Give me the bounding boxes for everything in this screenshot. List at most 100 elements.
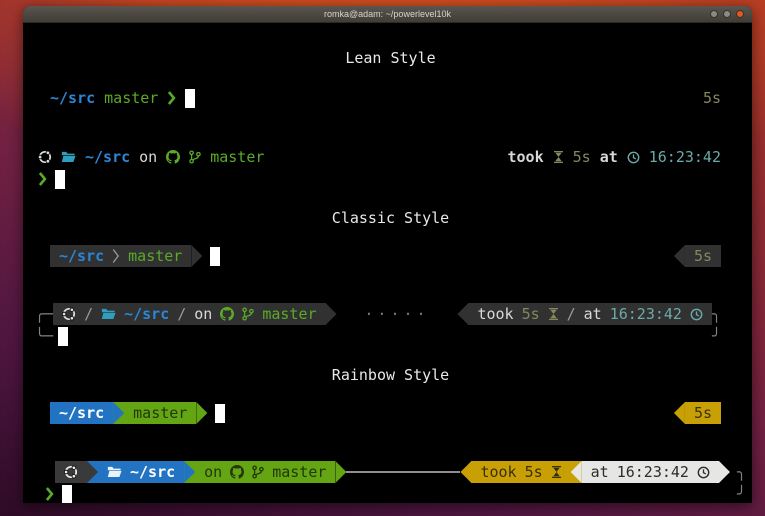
separator-slash: / (177, 305, 186, 323)
rainbow2-git-segment: on master (195, 461, 335, 483)
hourglass-icon (548, 307, 559, 321)
frame-corner-bottom-right: ╯ (712, 327, 721, 345)
branch-label: master (262, 305, 316, 323)
frame-corner-bottom-left: ╰─ (35, 327, 53, 345)
time-label: 16:23:42 (617, 463, 689, 481)
folder-icon (101, 308, 116, 320)
minimize-button[interactable] (710, 10, 718, 18)
rainbow2-duration-segment: took 5s (471, 461, 570, 483)
lean-oneline-prompt: ~/src master 5s (50, 87, 746, 109)
hourglass-icon (553, 150, 564, 164)
section-title-classic: Classic Style (35, 207, 746, 229)
dir-label: ~/src (50, 89, 95, 107)
section-title-lean-text: Lean Style (345, 49, 435, 67)
section-title-classic-text: Classic Style (332, 209, 449, 227)
separator-slash: / (84, 305, 93, 323)
duration-label: 5s (522, 305, 540, 323)
branch-label: master (128, 247, 182, 265)
powerline-arrow-icon (719, 461, 730, 483)
classic2-left-segment: / ~/src / on master (53, 303, 325, 325)
rainbow2-time-segment: at 16:23:42 (582, 461, 719, 483)
at-label: at (584, 305, 602, 323)
duration-label: 5s (694, 247, 712, 265)
rainbow2-os-segment (55, 461, 87, 483)
time-label: 16:23:42 (610, 305, 682, 323)
folder-icon (107, 466, 122, 478)
branch-label: master (210, 148, 264, 166)
powerline-arrow-icon (113, 402, 124, 424)
prompt-chevron-icon (167, 90, 176, 106)
at-label: at (600, 148, 618, 166)
rainbow-twoline-prompt-bottom: ╯ (45, 483, 746, 503)
git-branch-icon (242, 307, 254, 321)
maximize-button[interactable] (723, 10, 731, 18)
gap-filler: ····· (337, 305, 458, 323)
ubuntu-icon (62, 307, 76, 321)
on-label: on (204, 463, 222, 481)
powerline-arrow-icon (87, 461, 98, 483)
lean2-left: ~/src on master (38, 148, 264, 166)
powerline-arrow-icon (191, 245, 202, 267)
github-icon (220, 307, 234, 321)
took-label: took (477, 305, 513, 323)
titlebar[interactable]: romka@adam: ~/powerlevel10k (23, 6, 752, 23)
cursor-block (58, 327, 68, 346)
dir-label: ~/src (59, 247, 104, 265)
dir-label: ~/src (130, 463, 175, 481)
github-icon (230, 465, 244, 479)
branch-label: master (104, 89, 158, 107)
clock-icon (690, 308, 703, 321)
rainbow-dir-segment: ~/src (50, 402, 113, 424)
cursor-block (215, 404, 225, 423)
git-branch-icon (252, 465, 264, 479)
ubuntu-icon (64, 465, 78, 479)
classic2-right-segment: took 5s / at 16:23:42 (468, 303, 712, 325)
frame-corner-top-left: ╭─ (35, 305, 53, 323)
dir-label: ~/src (85, 148, 130, 166)
folder-icon (61, 151, 76, 163)
rainbow-twoline-prompt-top: ~/src on master took 5s at 16:23:42 (55, 461, 746, 483)
cursor-block (62, 485, 72, 504)
prompt-chevron-icon (38, 171, 47, 187)
window-title: romka@adam: ~/powerlevel10k (324, 9, 451, 19)
powerline-arrow-icon (457, 303, 468, 325)
powerline-arrow-icon (335, 461, 346, 483)
powerline-arrow-icon (196, 402, 207, 424)
section-title-lean: Lean Style (35, 47, 746, 69)
rainbow2-dir-segment: ~/src (98, 461, 184, 483)
classic-left-segment: ~/src master (50, 245, 191, 267)
git-branch-icon (189, 150, 201, 164)
classic-oneline-prompt: ~/src master 5s (50, 245, 746, 267)
gap-dots: ····· (364, 305, 429, 323)
powerline-arrow-icon (460, 461, 471, 483)
classic-duration-segment: 5s (685, 245, 721, 267)
clock-icon (697, 466, 710, 479)
cursor-block (55, 170, 65, 189)
rainbow-right-prompt: 5s (674, 402, 721, 424)
powerline-arrow-icon (571, 461, 582, 483)
duration-label: 5s (573, 148, 591, 166)
on-label: on (194, 305, 212, 323)
thin-separator-icon (112, 248, 120, 264)
window-controls (710, 6, 744, 22)
close-button[interactable] (736, 10, 744, 18)
section-title-rainbow: Rainbow Style (35, 364, 746, 386)
duration-label: 5s (703, 89, 721, 107)
lean-twoline-prompt-top: ~/src on master took 5s at 16:23:42 (38, 146, 746, 168)
separator-slash: / (567, 305, 576, 323)
terminal-window: romka@adam: ~/powerlevel10k Lean Style ~… (23, 6, 752, 503)
took-label: took (480, 463, 516, 481)
powerline-arrow-icon (674, 245, 685, 267)
section-title-rainbow-text: Rainbow Style (332, 366, 449, 384)
branch-label: master (272, 463, 326, 481)
rainbow-duration-segment: 5s (685, 402, 721, 424)
classic-right-prompt: 5s (674, 245, 721, 267)
ubuntu-icon (38, 150, 52, 164)
terminal-screen[interactable]: Lean Style ~/src master 5s ~/src on mast… (23, 23, 752, 503)
prompt-chevron-icon (45, 486, 54, 502)
rainbow-oneline-prompt: ~/src master 5s (50, 402, 746, 424)
cursor-block (210, 247, 220, 266)
duration-label: 5s (525, 463, 543, 481)
powerline-arrow-icon (326, 303, 337, 325)
frame-corner-bottom-right: ╯ (737, 485, 746, 503)
